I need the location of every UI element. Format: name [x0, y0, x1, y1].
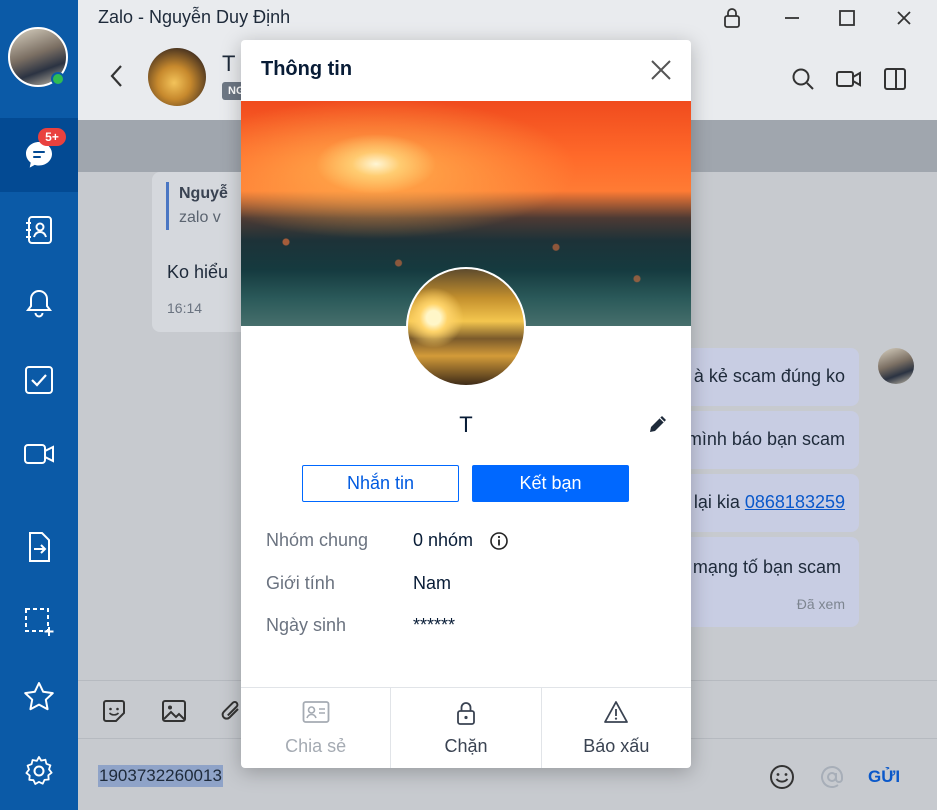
nav-settings[interactable]	[0, 734, 78, 808]
emoji-icon[interactable]	[768, 763, 796, 791]
nav-video-call[interactable]	[0, 417, 78, 491]
unread-badge: 5+	[38, 128, 66, 146]
video-call-icon[interactable]	[835, 66, 863, 92]
sender-avatar[interactable]	[878, 348, 914, 384]
info-value: Nam	[413, 573, 452, 593]
contacts-icon	[26, 216, 52, 244]
profile-name: T	[459, 412, 473, 437]
info-icon[interactable]	[489, 531, 509, 551]
message-button[interactable]: Nhắn tin	[302, 465, 459, 502]
nav-todo[interactable]	[0, 343, 78, 417]
file-transfer-icon	[29, 532, 50, 562]
dialog-header: Thông tin	[241, 40, 691, 101]
share-label: Chia sẻ	[285, 736, 347, 756]
message-time: 16:14	[167, 300, 203, 316]
sidebar-toggle-icon[interactable]	[882, 66, 908, 92]
star-icon	[24, 682, 54, 711]
info-label: Ngày sinh	[266, 615, 347, 635]
title-bar: Zalo - Nguyễn Duy Định	[78, 0, 937, 36]
profile-avatar[interactable]	[406, 267, 526, 387]
phone-link[interactable]: 0868183259	[745, 492, 845, 512]
nav-contacts[interactable]	[0, 193, 78, 267]
video-camera-icon	[24, 444, 54, 464]
info-label: Giới tính	[266, 573, 335, 593]
padlock-icon	[457, 702, 475, 725]
gear-icon	[25, 756, 53, 785]
window-title: Zalo - Nguyễn Duy Định	[98, 7, 291, 27]
report-button[interactable]: Báo xấu	[542, 688, 691, 768]
checkbox-icon	[25, 366, 53, 394]
message-text: Ko hiểu	[167, 262, 229, 282]
nav-messages[interactable]: 5+	[0, 118, 78, 192]
send-button[interactable]: GỬI	[868, 767, 900, 787]
profile-info-dialog: Thông tin T Nhắn tin Kết bạn Nhóm chung …	[241, 40, 691, 768]
dialog-title: Thông tin	[261, 58, 353, 80]
seen-status: Đã xem	[796, 596, 845, 612]
message-text: à kẻ scam đúng ko	[693, 366, 845, 386]
quote-text: zalo v	[179, 209, 221, 226]
close-icon[interactable]	[647, 56, 675, 84]
quote-author: Nguyễ	[179, 185, 228, 202]
info-label: Nhóm chung	[266, 530, 369, 550]
message-text: mạng tố bạn scam	[692, 557, 841, 577]
mention-icon[interactable]	[818, 763, 846, 791]
message-text-part: lại kia	[693, 492, 745, 512]
maximize-icon[interactable]	[835, 6, 859, 30]
nav-transfer[interactable]	[0, 510, 78, 584]
lock-icon[interactable]	[720, 6, 744, 30]
image-icon[interactable]	[160, 697, 188, 725]
search-icon[interactable]	[790, 66, 816, 92]
back-arrow-icon[interactable]	[106, 62, 128, 90]
nav-favorites[interactable]	[0, 660, 78, 734]
contact-card-icon	[302, 701, 330, 723]
warning-icon	[604, 701, 629, 723]
screenshot-icon	[25, 608, 54, 636]
info-value: 0 nhóm	[413, 530, 474, 550]
left-nav: 5+	[0, 0, 78, 810]
block-button[interactable]: Chặn	[391, 688, 542, 768]
bell-icon	[26, 289, 52, 318]
info-value: ******	[413, 615, 456, 635]
nav-notifications[interactable]	[0, 266, 78, 340]
dialog-footer: Chia sẻ Chặn Báo xấu	[241, 687, 691, 768]
block-label: Chặn	[444, 736, 488, 756]
nav-screenshot[interactable]	[0, 585, 78, 659]
close-window-icon[interactable]	[892, 6, 916, 30]
add-friend-button[interactable]: Kết bạn	[472, 465, 629, 502]
report-label: Báo xấu	[583, 736, 650, 756]
pencil-icon[interactable]	[647, 413, 669, 435]
online-status-dot	[51, 72, 65, 86]
sticker-icon[interactable]	[100, 697, 128, 725]
share-contact-button[interactable]: Chia sẻ	[241, 688, 392, 768]
contact-avatar[interactable]	[148, 48, 206, 106]
minimize-icon[interactable]	[780, 6, 804, 30]
quoted-message: Nguyễ zalo v	[166, 182, 228, 230]
message-text: lại kia 0868183259	[694, 492, 845, 513]
contact-name: T	[222, 51, 236, 76]
message-text: mình báo bạn scam	[686, 429, 845, 449]
message-input[interactable]: 1903732260013	[98, 765, 223, 787]
